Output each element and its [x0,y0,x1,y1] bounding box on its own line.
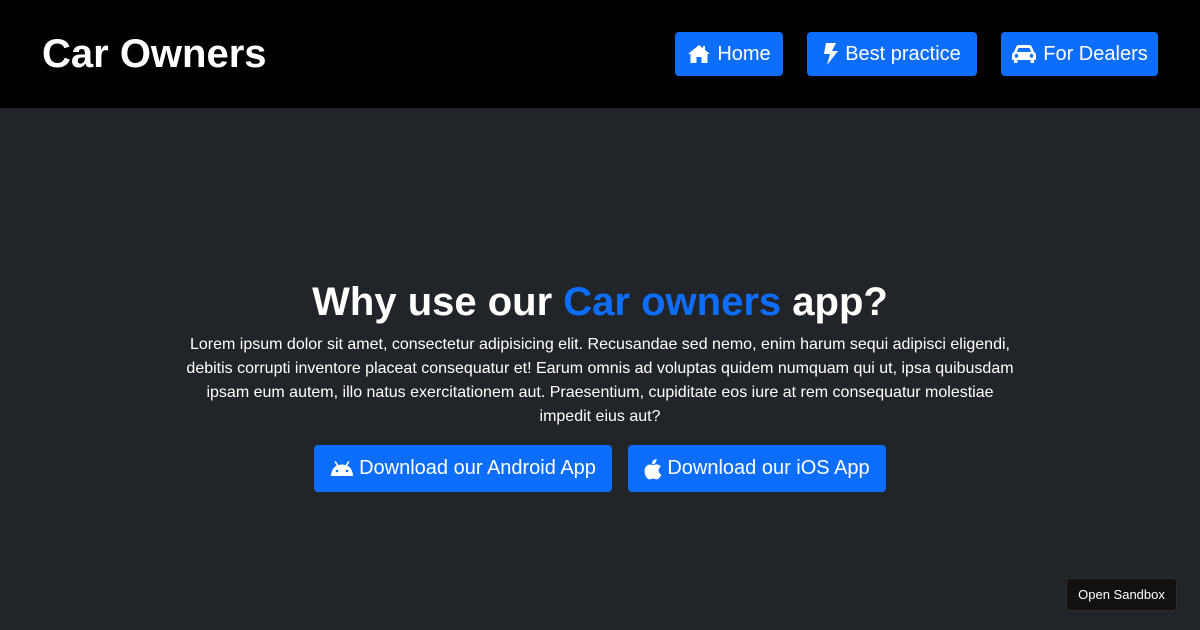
car-icon [1011,44,1037,64]
nav-best-practice-button[interactable]: Best practice [807,32,977,76]
nav-dealers-label: For Dealers [1043,42,1148,65]
nav-dealers-button[interactable]: For Dealers [1001,32,1158,76]
apple-icon [644,458,662,480]
hero-title-suffix: app? [781,280,888,324]
android-icon [330,460,354,477]
navbar: Car Owners Home Best practice For Dealer… [0,0,1200,108]
home-icon [687,44,711,64]
download-ios-button[interactable]: Download our iOS App [628,445,886,492]
hero-paragraph: Lorem ipsum dolor sit amet, consectetur … [186,336,1014,425]
nav-best-practice-label: Best practice [845,42,961,65]
bolt-icon [823,42,839,66]
brand-title[interactable]: Car Owners [42,31,267,77]
nav-home-button[interactable]: Home [675,32,783,76]
download-android-button[interactable]: Download our Android App [314,445,612,492]
nav-home-label: Home [717,42,771,65]
hero-section: Why use our Car owners app? Lorem ipsum … [0,108,1200,630]
hero-title-prefix: Why use our [312,280,564,324]
hero-title-accent: Car owners [563,280,782,324]
open-sandbox-button[interactable]: Open Sandbox [1066,578,1177,611]
download-ios-label: Download our iOS App [667,457,870,479]
hero-title: Why use our Car owners app? [0,278,1200,326]
download-android-label: Download our Android App [359,457,596,479]
